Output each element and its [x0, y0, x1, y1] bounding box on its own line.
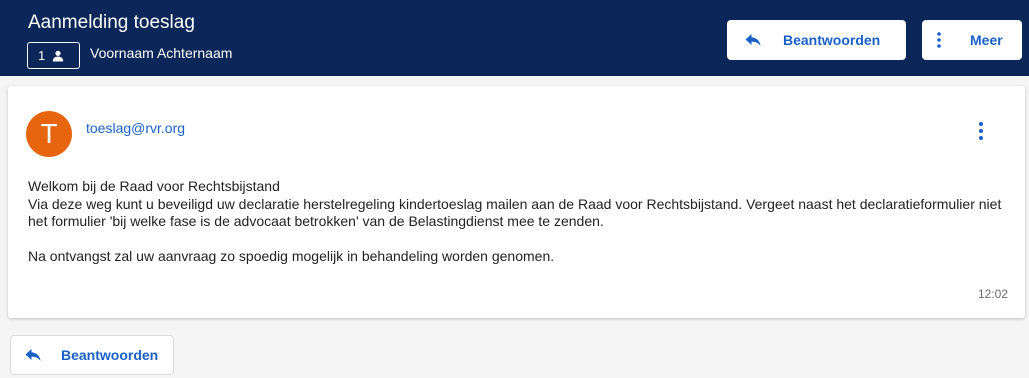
message-body: Welkom bij de Raad voor Rechtsbijstand V…	[28, 178, 1018, 266]
message-paragraph: Na ontvangst zal uw aanvraag zo spoedig …	[28, 248, 555, 264]
participant-count: 1	[38, 48, 46, 63]
page-title: Aanmelding toeslag	[28, 12, 195, 33]
message-card: T toeslag@rvr.org Welkom bij de Raad voo…	[8, 86, 1025, 318]
sender-email[interactable]: toeslag@rvr.org	[86, 120, 185, 136]
more-vert-icon	[937, 32, 941, 48]
reply-icon	[745, 34, 761, 46]
reply-button[interactable]: Beantwoorden	[727, 20, 906, 60]
message-time: 12:02	[977, 287, 1008, 301]
more-button-label: Meer	[970, 32, 1003, 48]
app-header: Aanmelding toeslag 1 Voornaam Achternaam…	[0, 0, 1029, 76]
recipient-name: Voornaam Achternaam	[90, 45, 233, 61]
participant-count-badge: 1	[27, 42, 80, 69]
message-menu-icon[interactable]	[971, 120, 991, 144]
message-paragraph: Via deze weg kunt u beveiligd uw declara…	[28, 195, 1002, 230]
person-icon	[53, 50, 64, 61]
more-button[interactable]: Meer	[922, 20, 1022, 60]
message-greeting: Welkom bij de Raad voor Rechtsbijstand	[28, 178, 280, 194]
reply-button-label: Beantwoorden	[783, 32, 881, 48]
bottom-reply-label: Beantwoorden	[61, 347, 159, 363]
reply-icon	[25, 349, 41, 361]
bottom-reply-button[interactable]: Beantwoorden	[10, 335, 174, 375]
sender-avatar: T	[26, 111, 72, 157]
